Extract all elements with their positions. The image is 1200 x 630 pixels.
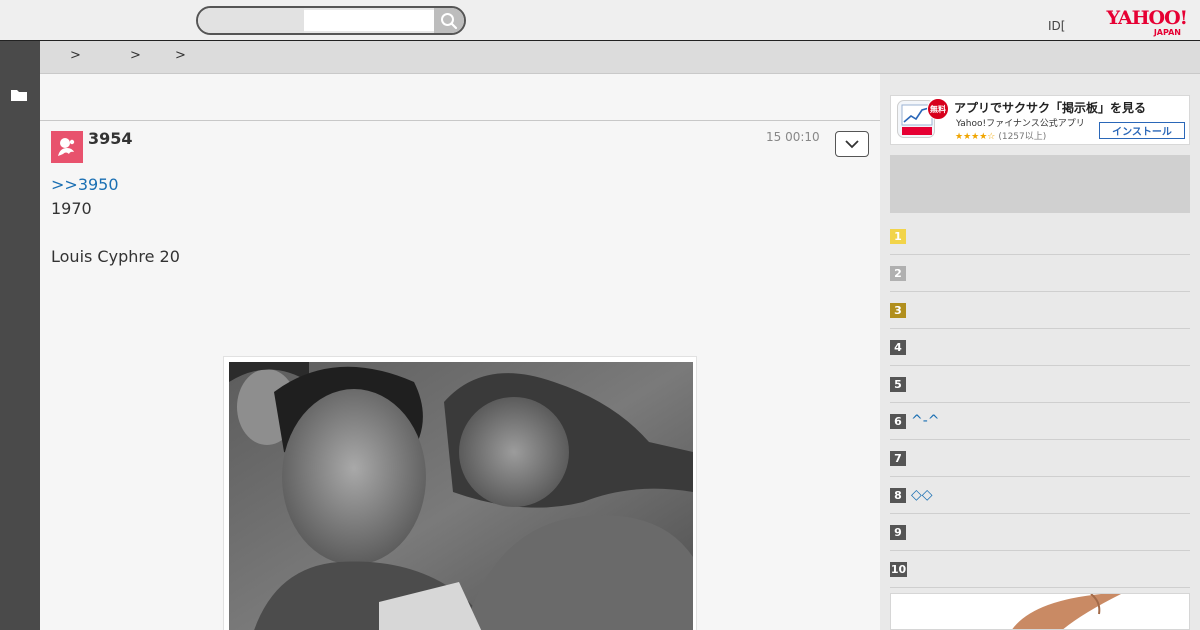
post-image-frame xyxy=(223,356,697,630)
rank-badge: 8 xyxy=(890,488,906,503)
ranking-item[interactable]: 10 xyxy=(890,551,1190,588)
app-promo-banner[interactable]: 無料 アプリでサクサク「掲示板」を見る Yahoo!ファイナンス公式アプリ ★★… xyxy=(890,95,1190,145)
rank-badge: 5 xyxy=(890,377,906,392)
breadcrumb-separator: > xyxy=(130,48,141,63)
rank-badge: 2 xyxy=(890,266,906,281)
folder-button[interactable] xyxy=(10,87,28,103)
ranking-item[interactable]: 2 xyxy=(890,255,1190,292)
post-body-line: 1970 xyxy=(51,199,92,218)
divider xyxy=(40,120,880,121)
post-number: 3954 xyxy=(88,129,133,148)
logo-main-text: YAHOO! xyxy=(1106,7,1188,29)
rank-badge: 3 xyxy=(890,303,906,318)
left-sidebar xyxy=(0,41,40,630)
main-content: 3954 15 00:10 >>3950 1970 Louis Cyphre 2… xyxy=(40,74,880,630)
free-badge: 無料 xyxy=(927,98,949,120)
right-sidebar: 無料 アプリでサクサク「掲示板」を見る Yahoo!ファイナンス公式アプリ ★★… xyxy=(880,74,1200,630)
rank-badge: 1 xyxy=(890,229,906,244)
breadcrumb-separator: > xyxy=(70,48,81,63)
bottom-ad-image[interactable] xyxy=(890,593,1190,630)
reply-anchor-link[interactable]: >>3950 xyxy=(51,175,119,194)
top-header: ID[ YAHOO! JAPAN xyxy=(0,0,1200,41)
chevron-down-icon xyxy=(845,139,859,148)
ranking-list: 1 2 3 4 5 6 ^-^ 7 8 ◇◇ 9 10 xyxy=(890,218,1190,588)
id-login-link[interactable]: ID[ xyxy=(1048,19,1065,33)
post-menu-button[interactable] xyxy=(835,131,869,157)
install-button[interactable]: インストール xyxy=(1099,122,1185,139)
ad-image xyxy=(891,594,1189,629)
rank-badge: 9 xyxy=(890,525,906,540)
breadcrumb: > > > xyxy=(40,41,1200,74)
app-rating: ★★★★☆ (1257以上) xyxy=(955,129,1046,142)
ranking-item[interactable]: 8 ◇◇ xyxy=(890,477,1190,514)
user-avatar[interactable] xyxy=(51,131,83,163)
rating-stars: ★★★★☆ xyxy=(955,132,996,142)
post-body-line: Louis Cyphre 20 xyxy=(51,247,180,266)
ranking-item[interactable]: 9 xyxy=(890,514,1190,551)
app-promo-title: アプリでサクサク「掲示板」を見る xyxy=(954,101,1147,115)
app-promo-subtitle: Yahoo!ファイナンス公式アプリ xyxy=(956,119,1085,129)
search-box xyxy=(196,6,466,35)
rank-badge: 4 xyxy=(890,340,906,355)
ranking-item[interactable]: 4 xyxy=(890,329,1190,366)
search-icon xyxy=(441,12,458,29)
folder-icon xyxy=(11,90,27,101)
ranking-item-title[interactable]: ◇◇ xyxy=(911,487,933,503)
ranking-item[interactable]: 3 xyxy=(890,292,1190,329)
yahoo-japan-logo[interactable]: YAHOO! JAPAN xyxy=(1095,7,1188,38)
ranking-item[interactable]: 6 ^-^ xyxy=(890,403,1190,440)
breadcrumb-separator: > xyxy=(175,48,186,63)
ad-placeholder xyxy=(890,155,1190,213)
search-input[interactable] xyxy=(304,10,434,31)
ranking-item-title[interactable]: ^-^ xyxy=(911,413,940,429)
user-avatar-icon xyxy=(58,138,75,156)
ranking-item[interactable]: 7 xyxy=(890,440,1190,477)
search-button[interactable] xyxy=(434,8,464,33)
search-category-select[interactable] xyxy=(198,8,304,33)
ranking-item[interactable]: 1 xyxy=(890,218,1190,255)
post-timestamp: 15 00:10 xyxy=(766,130,820,144)
rank-badge: 10 xyxy=(890,562,907,577)
logo-sub-text: JAPAN xyxy=(1153,28,1181,37)
review-count: (1257以上) xyxy=(998,132,1047,142)
ranking-item[interactable]: 5 xyxy=(890,366,1190,403)
rank-badge: 7 xyxy=(890,451,906,466)
rank-badge: 6 xyxy=(890,414,906,429)
post-photo[interactable] xyxy=(229,362,693,630)
black-and-white-photo xyxy=(229,362,693,630)
